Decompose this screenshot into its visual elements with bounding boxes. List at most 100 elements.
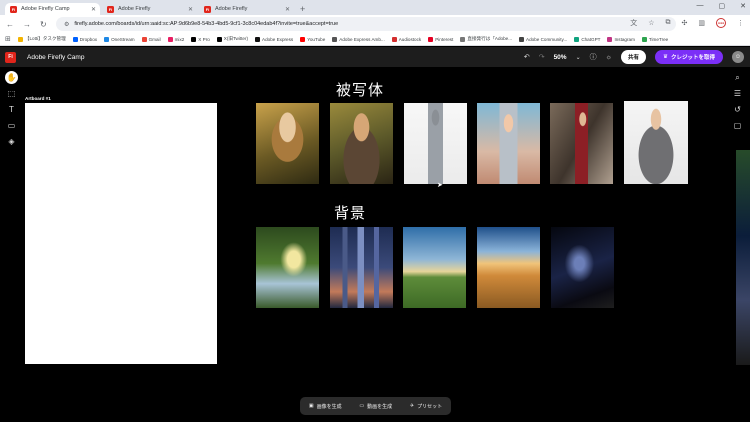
translate-icon[interactable]: 文 <box>630 18 637 28</box>
background-image-desert-dunes[interactable] <box>477 227 540 308</box>
left-toolbar: ✋ ⬚ T ▭ ◈ <box>4 71 19 148</box>
mouse-cursor-icon: ➤ <box>437 182 443 189</box>
bookmark-label: Pinterest <box>435 36 454 42</box>
extensions-puzzle-icon[interactable]: ✣ <box>682 19 688 27</box>
bookmark-item[interactable]: 【Lotti】タスク管理 <box>17 36 66 42</box>
bookmark-item[interactable]: OneStream <box>104 36 135 42</box>
firefly-logo-icon[interactable]: Fi <box>5 51 16 63</box>
bookmark-item[interactable]: Instagram <box>607 36 635 42</box>
subject-image-woman-knight[interactable] <box>624 101 688 184</box>
background-image-milky-way-night[interactable] <box>551 227 614 308</box>
subject-section-title[interactable]: 被写体 <box>336 79 384 100</box>
redo-icon[interactable]: ↷ <box>539 53 545 61</box>
user-avatar[interactable]: ☺ <box>732 51 744 63</box>
new-tab-icon[interactable]: + <box>296 3 309 15</box>
browser-tab[interactable]: Fi Adobe Firefly ✕ <box>102 3 197 15</box>
close-window-icon[interactable]: ✕ <box>740 2 746 10</box>
share-button[interactable]: 共有 <box>621 50 647 64</box>
generate-video-button[interactable]: ▭ 動画を生成 <box>359 403 392 410</box>
help-icon[interactable]: ⓘ <box>590 52 597 62</box>
history-icon[interactable]: ↺ <box>730 103 745 116</box>
browser-tab[interactable]: Fi Adobe Firefly Camp ✕ <box>5 3 100 15</box>
bookmark-favicon-icon <box>574 36 580 42</box>
subject-image-woman-portrait[interactable] <box>256 103 319 184</box>
text-tool-icon[interactable]: T <box>4 103 19 116</box>
bookmark-item[interactable]: X(旧Twitter) <box>216 36 248 42</box>
board-title[interactable]: Adobe Firefly Camp <box>27 54 84 61</box>
bookmark-item[interactable]: Adobe Community... <box>519 36 567 42</box>
bookmark-item[interactable]: Adobe Express <box>255 36 293 42</box>
minimize-icon[interactable]: — <box>697 2 704 10</box>
select-tool-icon[interactable]: ⬚ <box>4 87 19 100</box>
comment-tool-icon[interactable]: ▭ <box>4 119 19 132</box>
subject-image-robot-suit[interactable] <box>404 103 467 184</box>
chevron-down-icon[interactable]: ⌄ <box>576 54 581 61</box>
search-icon[interactable]: ⌕ <box>730 71 745 84</box>
shapes-tool-icon[interactable]: ◈ <box>4 135 19 148</box>
bookmark-item[interactable]: ChatGPT <box>574 36 601 42</box>
bookmark-star-icon[interactable]: ☆ <box>648 19 654 27</box>
presets-button[interactable]: ✈ プリセット <box>410 403 442 410</box>
bookmark-label: ChatGPT <box>581 36 601 42</box>
subject-image-man-armor[interactable] <box>330 103 393 184</box>
artboard[interactable] <box>25 103 217 364</box>
generate-image-button[interactable]: ▣ 画像を生成 <box>309 403 342 410</box>
profile-avatar[interactable]: ●●● <box>716 18 726 28</box>
apps-grid-icon[interactable]: ⊞ <box>5 35 11 43</box>
bookmark-favicon-icon <box>300 36 306 42</box>
bookmark-label: Instagram <box>614 36 635 42</box>
bookmark-label: 直接発行は「Adobe... <box>467 36 513 41</box>
bookmark-item[interactable]: Pinterest <box>428 36 454 42</box>
bookmark-item[interactable]: Adobe Express Amb... <box>332 36 385 42</box>
lightbulb-icon[interactable]: ☼ <box>606 54 612 61</box>
bookmark-favicon-icon <box>104 36 110 42</box>
undo-icon[interactable]: ↶ <box>524 53 530 61</box>
firefly-favicon-icon: Fi <box>204 5 211 13</box>
generate-video-label: 動画を生成 <box>367 403 393 410</box>
hand-tool-icon[interactable]: ✋ <box>5 71 18 84</box>
get-credits-button[interactable]: ♛ クレジットを取得 <box>655 50 723 64</box>
artboard-label[interactable]: Artboard #1 <box>25 96 51 101</box>
bookmark-item[interactable]: YouTube <box>300 36 325 42</box>
offscreen-image-peek[interactable] <box>736 150 750 365</box>
close-tab-icon[interactable]: ✕ <box>91 6 96 13</box>
maximize-icon[interactable]: ▢ <box>719 2 726 10</box>
url-field[interactable]: ⚙ firefly.adobe.com/boards/id/urn:aaid:s… <box>56 17 676 31</box>
back-icon[interactable]: ← <box>6 20 14 29</box>
bookmark-item[interactable]: 直接発行は「Adobe... <box>460 36 512 42</box>
window-controls: — ▢ ✕ <box>697 2 747 10</box>
background-image-futuristic-city[interactable] <box>330 227 393 308</box>
adjustments-icon[interactable]: ☰ <box>730 87 745 100</box>
browser-menu-icon[interactable]: ⋮ <box>737 19 744 27</box>
close-tab-icon[interactable]: ✕ <box>285 6 290 13</box>
presets-icon: ✈ <box>409 403 415 409</box>
bookmark-label: OneStream <box>111 36 135 42</box>
reload-icon[interactable]: ↻ <box>40 20 47 29</box>
bookmark-item[interactable]: Audiostock <box>391 36 421 42</box>
close-tab-icon[interactable]: ✕ <box>188 6 193 13</box>
tab-label: Adobe Firefly <box>118 6 151 12</box>
bookmark-item[interactable]: TimeTree <box>641 36 668 42</box>
tab-label: Adobe Firefly Camp <box>21 6 70 12</box>
extension-icon[interactable]: ⧉ <box>666 19 671 27</box>
subject-image-woman-red-dress-armor[interactable] <box>550 103 613 184</box>
sidepanel-icon[interactable]: ▥ <box>698 19 705 27</box>
bookmark-item[interactable]: Dropbox <box>72 36 97 42</box>
bookmark-label: Adobe Express Amb... <box>339 36 385 42</box>
bookmark-label: Gmail <box>148 36 161 42</box>
bookmark-item[interactable]: X Pro <box>191 36 210 42</box>
browser-tab[interactable]: Fi Adobe Firefly ✕ <box>199 3 294 15</box>
background-section-title[interactable]: 背景 <box>334 202 366 223</box>
bookmark-item[interactable]: Gmail <box>141 36 161 42</box>
bookmark-item[interactable]: mix2 <box>167 36 184 42</box>
firefly-favicon-icon: Fi <box>107 5 114 13</box>
background-image-green-meadow[interactable] <box>403 227 466 308</box>
site-info-icon[interactable]: ⚙ <box>64 21 69 28</box>
bookmark-favicon-icon <box>255 36 261 42</box>
generation-bottom-bar: ▣ 画像を生成 ▭ 動画を生成 ✈ プリセット <box>300 397 451 415</box>
forward-icon[interactable]: → <box>23 20 31 29</box>
background-image-forest-stream[interactable] <box>256 227 319 308</box>
chat-icon[interactable]: ▢ <box>730 119 745 132</box>
subject-image-woman-silver-armor[interactable] <box>477 103 540 184</box>
zoom-level[interactable]: 50% <box>554 54 567 61</box>
